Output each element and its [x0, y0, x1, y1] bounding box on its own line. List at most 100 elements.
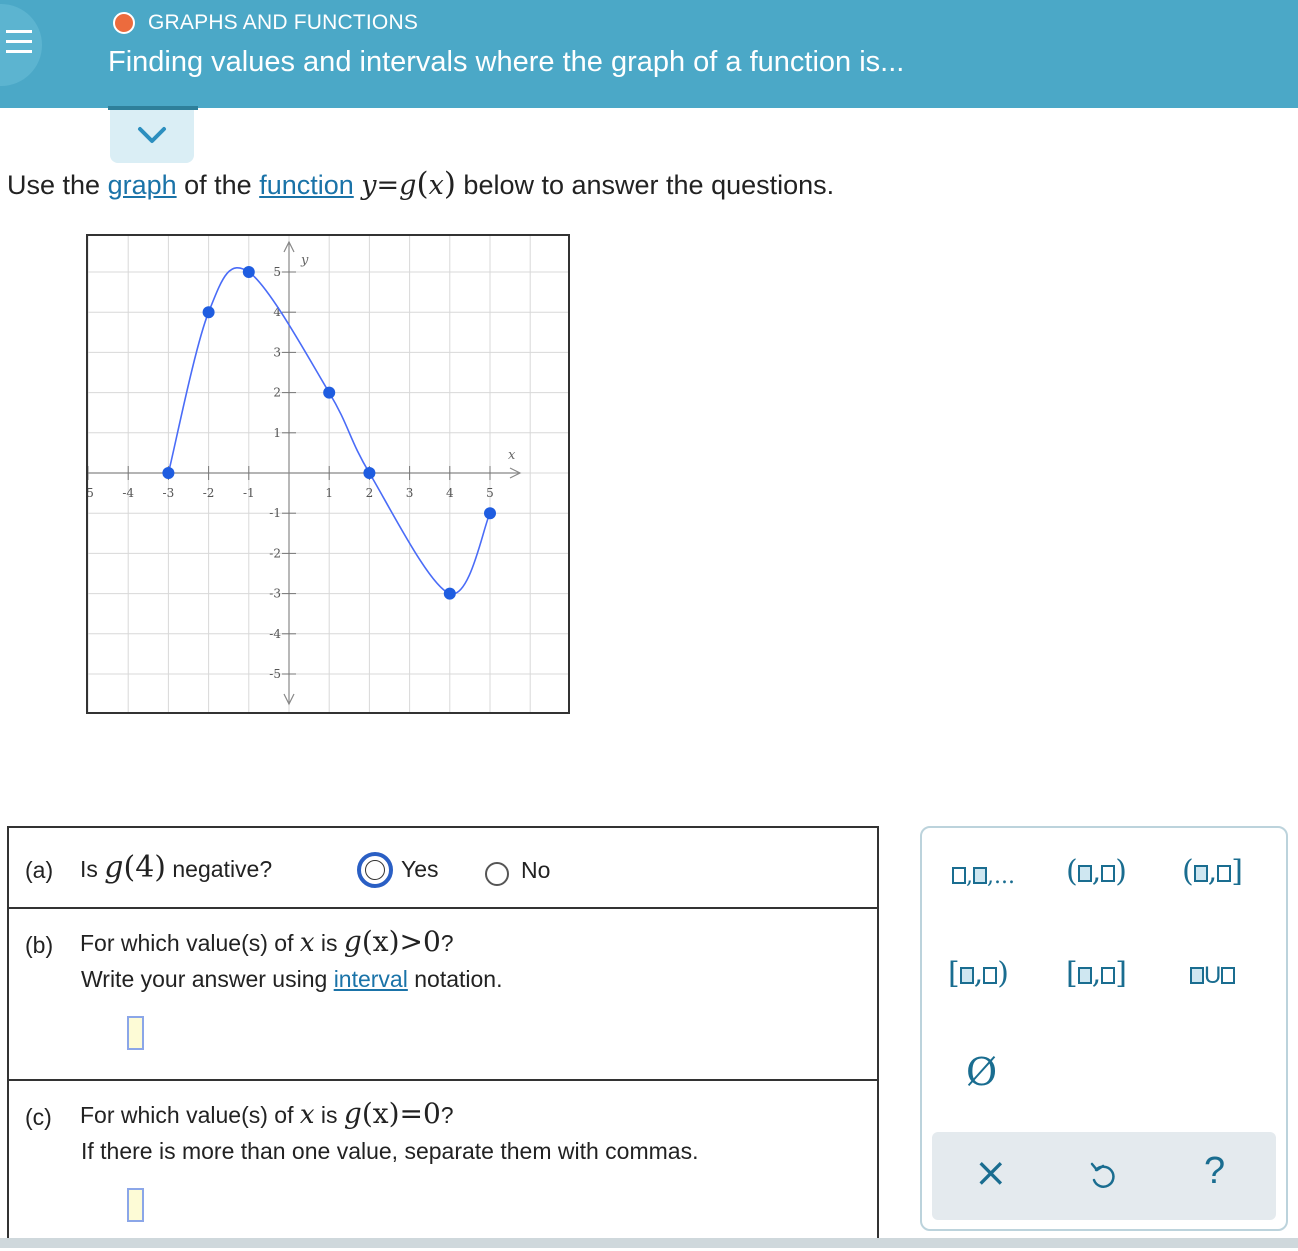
x-tick-label: -2 — [203, 486, 215, 500]
closed-interval-button[interactable]: [,] — [1066, 956, 1127, 991]
prompt-text: Use the — [7, 170, 108, 200]
placeholder-box-icon — [1101, 865, 1116, 882]
answer-input-c[interactable] — [127, 1188, 144, 1222]
comma-symbol: , — [966, 864, 973, 889]
no-label[interactable]: No — [521, 857, 550, 884]
x-tick-label: 2 — [366, 486, 374, 500]
comma-symbol: , — [1091, 854, 1102, 889]
interval-link[interactable]: interval — [334, 966, 408, 992]
undo-button[interactable] — [1088, 1160, 1118, 1197]
graph-link[interactable]: graph — [108, 170, 177, 200]
right-open-interval-button[interactable]: [,) — [948, 956, 1009, 991]
question-text: ? — [440, 1102, 454, 1128]
list-button[interactable]: ,,... — [952, 864, 1015, 889]
placeholder-box-icon — [952, 867, 966, 884]
question-c-instruction: If there is more than one value, separat… — [81, 1138, 699, 1164]
instruction-text: notation. — [407, 966, 503, 992]
y-tick-label: 1 — [273, 426, 281, 440]
paren-symbol: ) — [1115, 854, 1127, 889]
question-a-row: (a) Is g(4) negative? Yes No — [9, 828, 877, 909]
clear-button[interactable]: × — [974, 1150, 1008, 1196]
bottom-scrollbar[interactable] — [0, 1238, 1298, 1248]
chevron-down-icon — [138, 127, 166, 143]
function-link[interactable]: function — [259, 170, 354, 200]
topic-status-icon — [113, 12, 135, 34]
page-title: Finding values and intervals where the g… — [108, 46, 905, 78]
y-tick-label: -5 — [269, 667, 281, 681]
paren-symbol: ( — [1182, 854, 1194, 889]
x-tick-label: 1 — [325, 486, 333, 500]
question-text: ? — [440, 930, 454, 956]
expand-button[interactable] — [110, 110, 194, 163]
data-point — [162, 467, 175, 479]
question-b-row: (b) For which value(s) of x is g(x)>0? W… — [9, 909, 877, 1081]
answer-input-b[interactable] — [127, 1016, 144, 1050]
question-text: Is — [80, 856, 105, 882]
keypad-footer: × ? — [932, 1132, 1276, 1220]
help-button[interactable]: ? — [1204, 1150, 1225, 1193]
left-open-interval-button[interactable]: (,] — [1182, 854, 1243, 889]
union-button[interactable]: U — [1190, 962, 1236, 990]
empty-set-symbol: Ø — [966, 1050, 998, 1094]
paren-symbol: ) — [997, 956, 1009, 991]
placeholder-box-icon — [1101, 967, 1116, 984]
x-tick-label: -1 — [243, 486, 255, 500]
math-paren: ) — [443, 166, 456, 202]
empty-set-button[interactable]: Ø — [966, 1050, 997, 1094]
comma-symbol: , — [973, 956, 984, 991]
open-interval-button[interactable]: (,) — [1066, 854, 1127, 889]
menu-button[interactable] — [0, 4, 42, 86]
bracket-symbol: [ — [1066, 956, 1078, 991]
math-g: g — [343, 925, 362, 958]
x-tick-label: -4 — [122, 486, 134, 500]
menu-icon-line — [6, 50, 32, 53]
x-tick-label: 3 — [406, 486, 414, 500]
yes-radio[interactable] — [357, 852, 393, 888]
questions-table: (a) Is g(4) negative? Yes No (b) For whi… — [7, 826, 879, 1246]
math-g: g — [399, 170, 417, 201]
comma-symbol: , — [1207, 854, 1218, 889]
no-radio[interactable] — [485, 862, 509, 886]
math-y: y — [361, 170, 377, 201]
yes-label[interactable]: Yes — [401, 856, 439, 883]
question-text: For which value(s) of — [80, 930, 300, 956]
help-icon: ? — [1204, 1150, 1226, 1192]
y-tick-label: -3 — [269, 587, 281, 601]
prompt-text: of the — [176, 170, 260, 200]
question-c-label: (c) — [25, 1104, 52, 1130]
placeholder-box-icon — [1077, 865, 1092, 882]
x-tick-label: 4 — [446, 486, 454, 500]
question-a-label: (a) — [25, 857, 54, 883]
y-tick-label: 5 — [273, 265, 281, 279]
y-tick-label: -1 — [269, 506, 281, 520]
y-tick-label: -4 — [269, 627, 281, 641]
math-x: x — [428, 170, 444, 201]
placeholder-box-icon — [973, 867, 987, 884]
placeholder-box-icon — [1190, 967, 1204, 984]
close-icon: × — [974, 1150, 1008, 1196]
paren-symbol: ( — [1066, 854, 1078, 889]
math-arg: (4) — [123, 850, 167, 885]
math-x: x — [299, 928, 315, 958]
instruction-text: Write your answer using — [81, 966, 334, 992]
y-tick-label: 2 — [273, 386, 281, 400]
math-arg: (x) — [361, 925, 400, 958]
placeholder-box-icon — [1217, 865, 1232, 882]
bracket-symbol: ] — [1231, 854, 1243, 889]
x-tick-label: -3 — [163, 486, 175, 500]
data-point — [202, 306, 215, 319]
math-paren: ( — [416, 166, 429, 202]
math-relation: >0 — [399, 925, 441, 958]
graph-background — [86, 234, 570, 714]
menu-icon — [6, 30, 32, 33]
math-relation: =0 — [399, 1097, 441, 1130]
y-tick-label: 3 — [273, 345, 281, 359]
question-b-text: For which value(s) of x is g(x)>0? — [80, 925, 454, 958]
question-c-text: For which value(s) of x is g(x)=0? — [80, 1097, 454, 1130]
y-tick-label: -2 — [269, 546, 281, 560]
placeholder-box-icon — [1193, 865, 1208, 882]
header-bar: GRAPHS AND FUNCTIONS Finding values and … — [0, 0, 1298, 108]
math-keypad: ,,... (,) (,] [,) [,] U Ø × ? — [920, 826, 1288, 1231]
question-text: For which value(s) of — [80, 1102, 300, 1128]
bracket-symbol: [ — [948, 956, 960, 991]
